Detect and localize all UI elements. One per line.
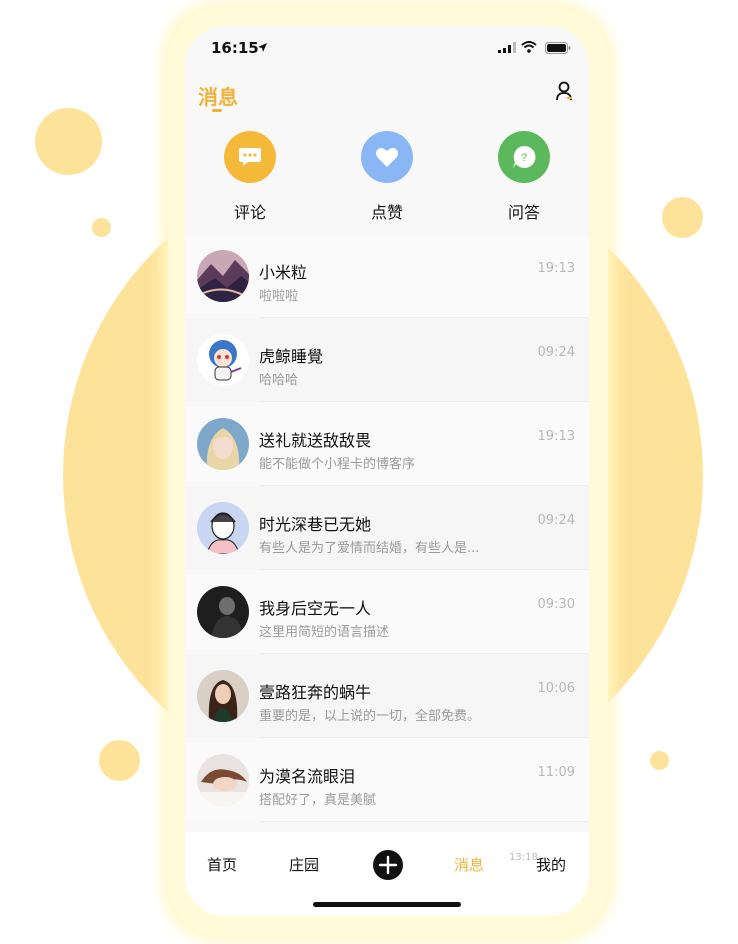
anime-character-avatar <box>197 334 249 386</box>
message-time: 09:24 <box>537 345 575 360</box>
decor-dot <box>650 751 669 770</box>
message-row[interactable]: 虎鲸睡覺 哈哈哈 09:24 <box>185 318 589 402</box>
quick-action-comment[interactable]: 评论 <box>210 131 290 223</box>
contact-name: 为漠名流眼泪 <box>259 767 356 786</box>
tab-messages[interactable]: 消息 <box>454 854 484 875</box>
decor-dot <box>662 197 703 238</box>
tab-manor[interactable]: 庄园 <box>289 854 319 875</box>
question-bubble-icon: ? <box>498 131 550 183</box>
status-bar: 16:15 <box>185 26 589 70</box>
message-preview: 搭配好了，真是美腻 <box>259 793 377 808</box>
decor-dot <box>99 740 140 781</box>
mountain-art-avatar <box>197 250 249 302</box>
quick-action-qa[interactable]: ? 问答 <box>484 131 564 223</box>
message-preview: 这里用简短的语言描述 <box>259 625 390 640</box>
message-preview: 有些人是为了爱情而结婚，有些人是... <box>259 541 480 556</box>
message-row[interactable]: 我身后空无一人 这里用简短的语言描述 09:30 <box>185 570 589 654</box>
dark-portrait-avatar <box>197 586 249 638</box>
tab-bar: 首页 庄园 消息 13:18 我的 <box>185 832 589 916</box>
decor-dot <box>92 218 111 237</box>
message-list: 小米粒 啦啦啦 19:13 虎鲸睡覺 哈哈哈 09:24 送礼就送敌敌畏 能不能… <box>185 234 589 822</box>
plus-icon <box>378 855 398 875</box>
phone-screen: 16:15 消息 评论 点赞 ? 问答 小米粒 啦啦啦 19:13 虎鲸睡覺 哈… <box>185 26 589 916</box>
blonde-girl-avatar <box>197 418 249 470</box>
tab-home[interactable]: 首页 <box>207 854 237 875</box>
contact-name: 小米粒 <box>259 263 308 282</box>
woman-portrait-avatar <box>197 670 249 722</box>
add-post-button[interactable] <box>373 850 403 880</box>
quick-action-label: 点赞 <box>370 203 403 222</box>
message-time: 10:06 <box>537 681 575 696</box>
signal-icon <box>498 42 516 53</box>
message-row[interactable]: 为漠名流眼泪 搭配好了，真是美腻 11:09 <box>185 738 589 822</box>
tab-mine[interactable]: 我的 <box>536 854 566 875</box>
message-row[interactable]: 小米粒 啦啦啦 19:13 <box>185 234 589 318</box>
contact-name: 送礼就送敌敌畏 <box>259 431 372 450</box>
contact-name: 壹路狂奔的蜗牛 <box>259 683 372 702</box>
message-row[interactable]: 送礼就送敌敌畏 能不能做个小程卡的博客序 19:13 <box>185 402 589 486</box>
location-arrow-icon <box>258 43 267 52</box>
battery-icon <box>545 42 571 54</box>
title-underline <box>212 109 222 112</box>
sleeping-girl-avatar <box>197 754 249 806</box>
message-row[interactable]: 时光深巷已无她 有些人是为了爱情而结婚，有些人是... 09:24 <box>185 486 589 570</box>
row-divider <box>259 821 589 822</box>
message-row[interactable]: 壹路狂奔的蜗牛 重要的是，以上说的一切，全部免费。 10:06 <box>185 654 589 738</box>
message-time: 09:24 <box>537 513 575 528</box>
contact-name: 我身后空无一人 <box>259 599 372 618</box>
message-time: 19:13 <box>537 261 575 276</box>
message-time: 19:13 <box>537 429 575 444</box>
message-time: 09:30 <box>537 597 575 612</box>
overlap-time: 13:18 <box>509 852 538 863</box>
wifi-icon <box>521 41 537 53</box>
quick-action-label: 评论 <box>233 203 266 222</box>
decor-dot <box>35 108 102 175</box>
comment-bubble-icon <box>224 131 276 183</box>
message-preview: 重要的是，以上说的一切，全部免费。 <box>259 709 481 724</box>
quick-action-like[interactable]: 点赞 <box>347 131 427 223</box>
quick-action-label: 问答 <box>507 203 540 222</box>
user-profile-icon[interactable] <box>555 81 573 101</box>
home-indicator <box>313 902 461 907</box>
message-time: 11:09 <box>537 765 575 780</box>
illustrated-girl-avatar <box>197 502 249 554</box>
message-preview: 啦啦啦 <box>259 289 299 304</box>
contact-name: 时光深巷已无她 <box>259 515 372 534</box>
message-preview: 能不能做个小程卡的博客序 <box>259 457 416 472</box>
contact-name: 虎鲸睡覺 <box>259 347 324 366</box>
heart-icon <box>361 131 413 183</box>
page-title: 消息 <box>198 85 238 109</box>
message-preview: 哈哈哈 <box>259 373 299 388</box>
status-time: 16:15 <box>211 39 259 57</box>
svg-text:?: ? <box>521 152 527 164</box>
